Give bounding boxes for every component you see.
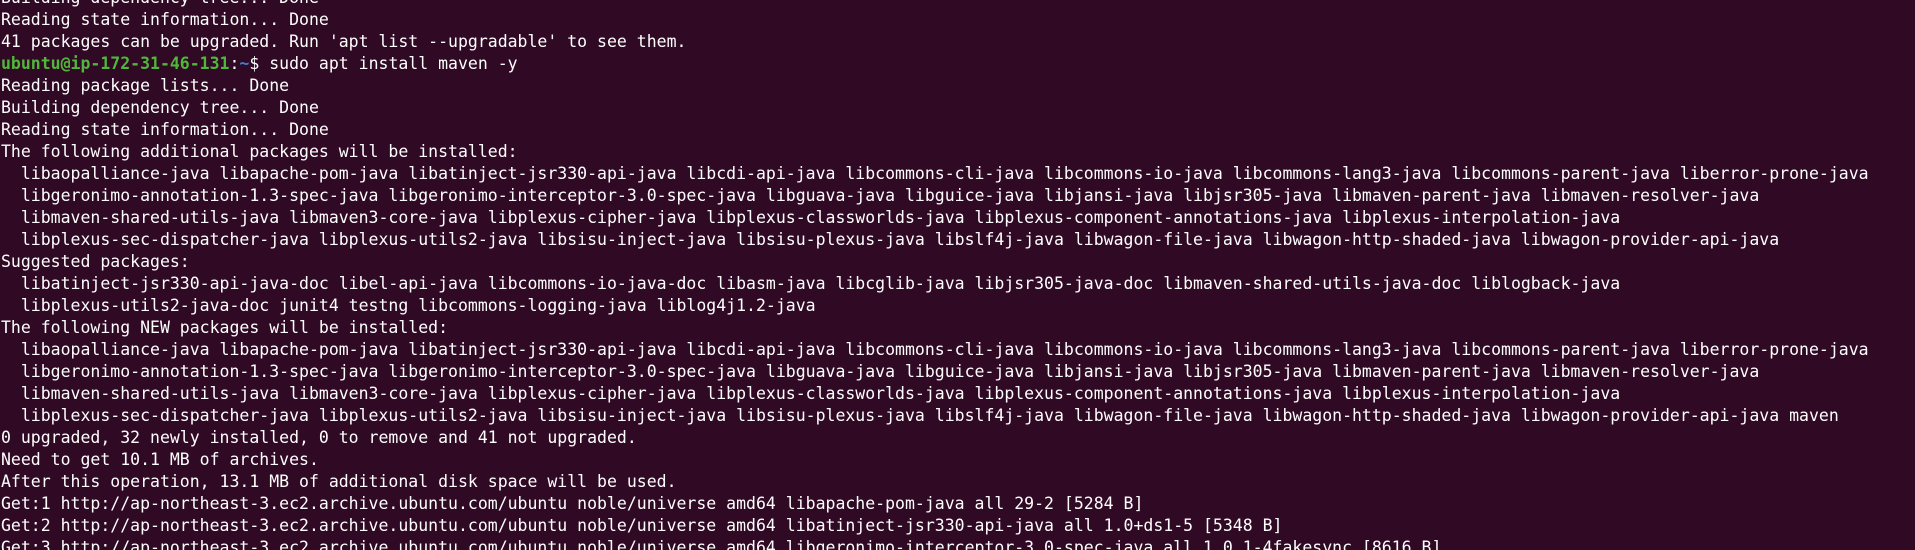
prompt-user-host: ubuntu@ip-172-31-46-131	[1, 54, 230, 73]
output-line: Reading state information... Done	[1, 120, 329, 139]
terminal-window[interactable]: Building dependency tree... Done Reading…	[0, 0, 1915, 550]
output-line: Get:2 http://ap-northeast-3.ec2.archive.…	[1, 516, 1283, 535]
output-line: libgeronimo-annotation-1.3-spec-java lib…	[1, 186, 1760, 205]
output-line: libplexus-sec-dispatcher-java libplexus-…	[1, 406, 1839, 425]
output-line: The following additional packages will b…	[1, 142, 518, 161]
output-line: libaopalliance-java libapache-pom-java l…	[1, 164, 1869, 183]
output-line: libplexus-sec-dispatcher-java libplexus-…	[1, 230, 1780, 249]
output-line: After this operation, 13.1 MB of additio…	[1, 472, 677, 491]
prompt-line: ubuntu@ip-172-31-46-131:~$ sudo apt inst…	[1, 53, 1869, 75]
output-line: Get:1 http://ap-northeast-3.ec2.archive.…	[1, 494, 1144, 513]
output-line: 41 packages can be upgraded. Run 'apt li…	[1, 32, 687, 51]
output-line: The following NEW packages will be insta…	[1, 318, 449, 337]
prompt-symbol: $	[249, 54, 270, 73]
output-line: Reading package lists... Done	[1, 76, 290, 95]
prompt-path: ~	[239, 54, 250, 73]
output-line: Get:3 http://ap-northeast-3.ec2.archive.…	[1, 538, 1442, 550]
command-text: sudo apt install maven -y	[269, 54, 518, 73]
prompt-separator: :	[229, 54, 240, 73]
terminal-output: Building dependency tree... Done Reading…	[1, 0, 1869, 550]
output-line: Building dependency tree... Done	[1, 98, 319, 117]
output-line: libmaven-shared-utils-java libmaven3-cor…	[1, 384, 1621, 403]
output-line: Building dependency tree... Done	[1, 0, 1869, 9]
output-line: Need to get 10.1 MB of archives.	[1, 450, 319, 469]
output-line: libplexus-utils2-java-doc junit4 testng …	[1, 296, 816, 315]
output-line: Reading state information... Done	[1, 10, 329, 29]
output-line: 0 upgraded, 32 newly installed, 0 to rem…	[1, 428, 637, 447]
output-line: libatinject-jsr330-api-java-doc libel-ap…	[1, 274, 1621, 293]
output-line: libmaven-shared-utils-java libmaven3-cor…	[1, 208, 1621, 227]
output-line: Suggested packages:	[1, 252, 190, 271]
output-line: libaopalliance-java libapache-pom-java l…	[1, 340, 1869, 359]
output-line: libgeronimo-annotation-1.3-spec-java lib…	[1, 362, 1760, 381]
